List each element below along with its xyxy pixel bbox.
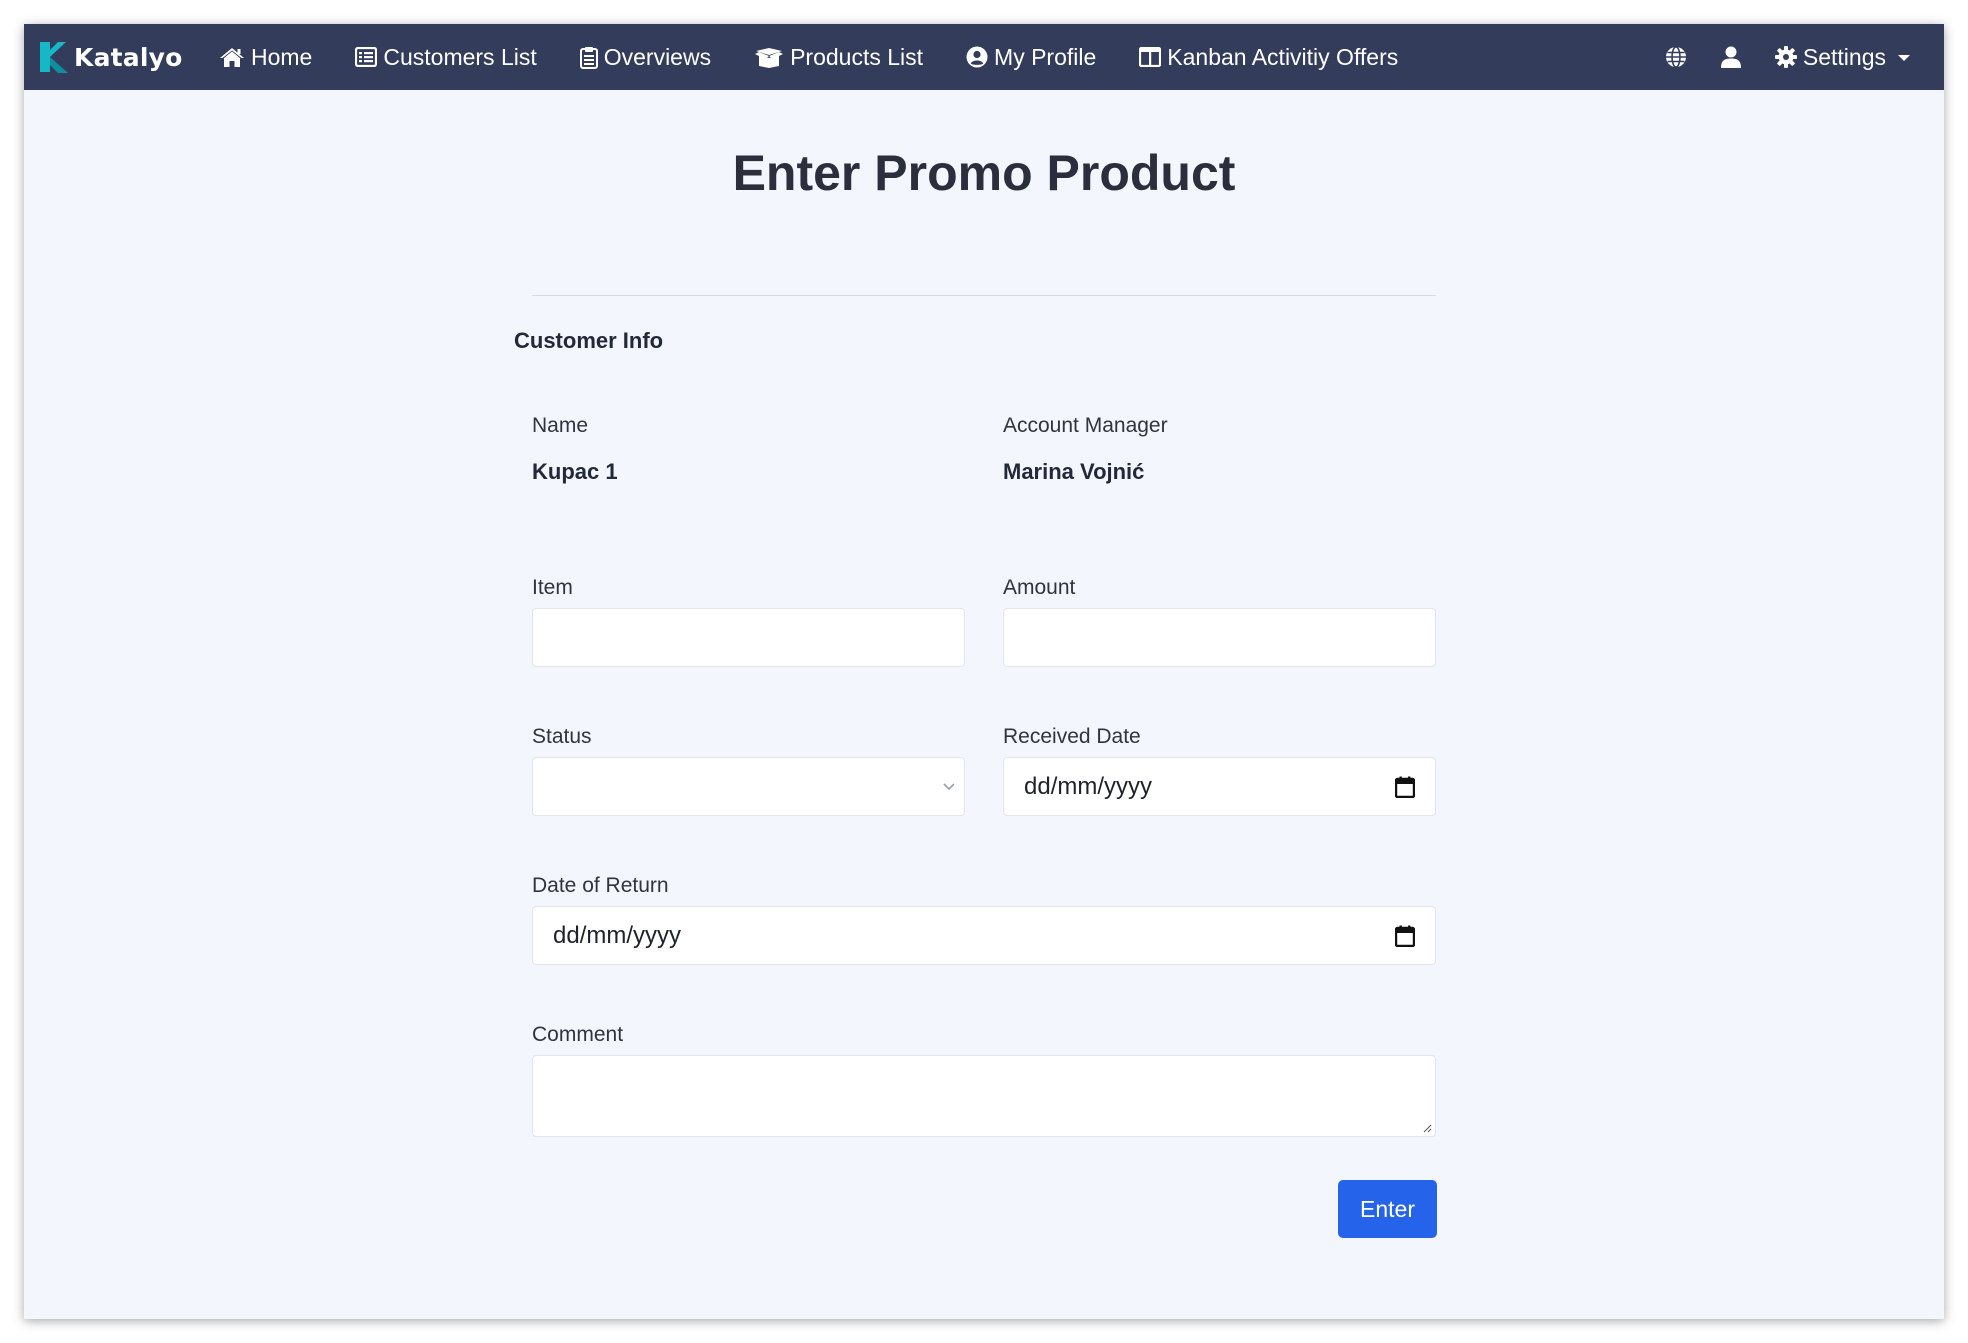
nav-products-list-label: Products List (790, 43, 924, 70)
account-manager-value: Marina Vojnić (1003, 459, 1145, 484)
received-date-input[interactable]: dd/mm/yyyy (1003, 757, 1436, 816)
nav-home-label: Home (251, 43, 313, 70)
nav-my-profile[interactable]: My Profile (966, 44, 1096, 71)
amount-label: Amount (1003, 576, 1076, 599)
comment-textarea[interactable] (532, 1055, 1436, 1137)
enter-button[interactable]: Enter (1338, 1180, 1437, 1238)
status-label: Status (532, 725, 592, 748)
top-navbar: Katalyo Home Customers List Overviews Pr… (24, 24, 1944, 90)
brand-logo[interactable]: Katalyo (38, 24, 183, 90)
received-date-label: Received Date (1003, 725, 1141, 748)
chevron-down-icon (943, 782, 955, 790)
amount-input[interactable] (1003, 608, 1436, 667)
date-of-return-input[interactable]: dd/mm/yyyy (532, 906, 1436, 965)
section-divider (532, 295, 1436, 296)
nav-right-group: Settings (1631, 24, 1910, 90)
date-of-return-placeholder: dd/mm/yyyy (553, 921, 682, 949)
name-label: Name (532, 414, 589, 437)
nav-overviews[interactable]: Overviews (579, 43, 712, 71)
user-circle-icon (966, 46, 988, 68)
main-nav: Home Customers List Overviews Products L… (219, 24, 1441, 90)
nav-kanban-offers-label: Kanban Activitiy Offers (1167, 43, 1399, 70)
nav-customers-list[interactable]: Customers List (355, 43, 537, 71)
comment-label: Comment (532, 1023, 624, 1046)
nav-my-profile-label: My Profile (994, 43, 1097, 70)
columns-icon (1139, 47, 1162, 67)
name-value: Kupac 1 (532, 459, 618, 484)
status-select[interactable] (532, 757, 965, 816)
nav-home[interactable]: Home (219, 44, 312, 71)
user-icon (1720, 46, 1741, 68)
page-title: Enter Promo Product (732, 145, 1236, 201)
nav-overviews-label: Overviews (603, 43, 712, 70)
language-button[interactable] (1665, 46, 1687, 68)
settings-dropdown[interactable]: Settings (1774, 43, 1910, 71)
date-of-return-label: Date of Return (532, 874, 669, 897)
calendar-icon[interactable] (1395, 776, 1415, 798)
nav-products-list[interactable]: Products List (754, 44, 923, 71)
box-open-icon (755, 48, 784, 68)
received-date-placeholder: dd/mm/yyyy (1024, 772, 1153, 800)
katalyo-logo-icon (40, 42, 68, 73)
resize-grip-icon[interactable] (1422, 1123, 1432, 1133)
clipboard-icon (579, 46, 598, 69)
caret-down-icon (1898, 55, 1910, 61)
app-window: Katalyo Home Customers List Overviews Pr… (24, 24, 1944, 1319)
settings-label: Settings (1802, 43, 1886, 70)
calendar-icon[interactable] (1395, 925, 1415, 947)
home-icon (220, 48, 244, 67)
brand-name: Katalyo (74, 42, 183, 72)
item-input[interactable] (532, 608, 965, 667)
account-manager-label: Account Manager (1003, 414, 1168, 437)
globe-icon (1665, 46, 1686, 68)
section-title: Customer Info (514, 328, 664, 353)
list-icon (355, 47, 378, 67)
nav-kanban-offers[interactable]: Kanban Activitiy Offers (1139, 44, 1398, 71)
gear-icon (1774, 46, 1797, 68)
item-label: Item (532, 576, 573, 599)
user-menu-button[interactable] (1720, 46, 1741, 68)
nav-customers-list-label: Customers List (383, 43, 537, 70)
